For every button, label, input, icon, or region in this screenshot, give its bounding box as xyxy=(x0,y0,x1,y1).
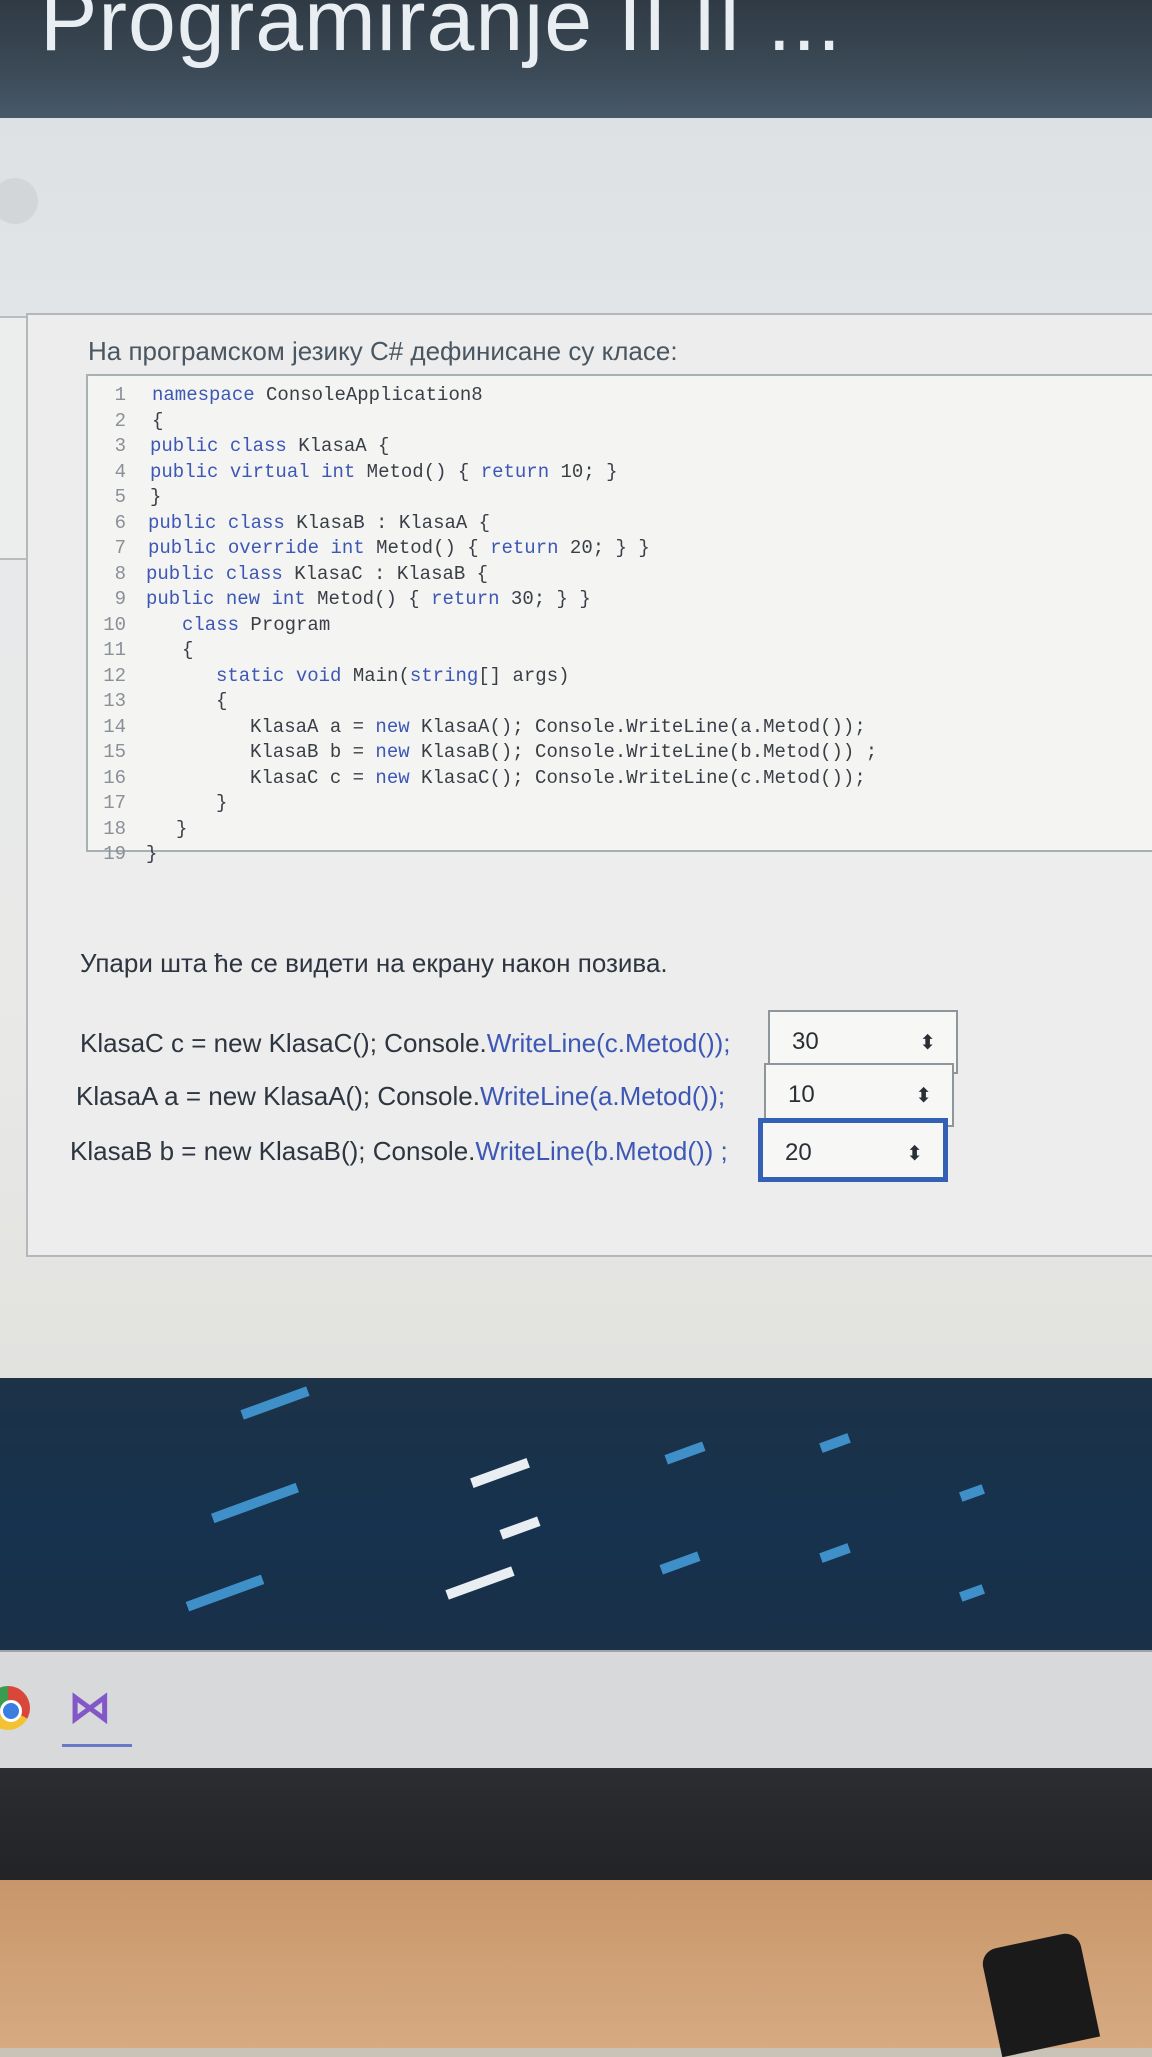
code-line: 13 { xyxy=(88,690,1152,715)
window-title: Programiranje II II ... xyxy=(40,0,843,69)
select-arrows-icon: ⬍ xyxy=(915,1085,932,1107)
code-text: static void Main(string[] args) xyxy=(216,664,570,687)
code-line: 10 class Program xyxy=(88,614,1152,639)
line-number: 14 xyxy=(103,715,126,738)
line-number: 3 xyxy=(114,435,126,457)
code-line: 11 { xyxy=(88,639,1152,664)
code-text: { xyxy=(216,690,228,712)
code-line: 3 public class KlasaA { xyxy=(88,435,1152,460)
selected-value: 20 xyxy=(785,1139,812,1166)
line-number: 2 xyxy=(114,409,126,432)
selected-value: 10 xyxy=(788,1081,815,1108)
match-statement: KlasaB b = new KlasaB(); Console.WriteLi… xyxy=(70,1136,728,1167)
line-number: 1 xyxy=(114,384,126,406)
line-number: 7 xyxy=(114,537,126,559)
code-text: public virtual int Metod() { return 10; … xyxy=(150,460,618,483)
code-text: public class KlasaB : KlasaA { xyxy=(148,511,491,534)
code-text: public override int Metod() { return 20;… xyxy=(148,537,650,559)
match-statement: KlasaA a = new KlasaA(); Console.WriteLi… xyxy=(76,1081,725,1112)
code-text: } xyxy=(146,843,158,865)
line-number: 13 xyxy=(103,690,126,712)
code-text: class Program xyxy=(182,613,331,636)
code-line: 12 static void Main(string[] args) xyxy=(88,665,1152,690)
line-number: 4 xyxy=(114,460,126,483)
chrome-icon[interactable] xyxy=(0,1686,30,1730)
code-line: 8 public class KlasaC : KlasaB { xyxy=(88,563,1152,588)
active-app-indicator xyxy=(62,1744,132,1747)
line-number: 9 xyxy=(114,588,126,610)
code-line: 14 KlasaA a = new KlasaA(); Console.Write… xyxy=(88,716,1152,741)
line-number: 5 xyxy=(114,486,126,508)
code-line: 2{ xyxy=(88,410,1152,435)
line-number: 12 xyxy=(103,664,126,687)
code-text: { xyxy=(152,409,164,432)
line-number: 16 xyxy=(103,766,126,789)
match-statement: KlasaC c = new KlasaC(); Console.WriteLi… xyxy=(80,1028,730,1059)
code-text: { xyxy=(182,639,194,661)
code-line: 15 KlasaB b = new KlasaB(); Console.Write… xyxy=(88,741,1152,766)
code-text: KlasaC c = new KlasaC(); Console.WriteLi… xyxy=(250,766,866,789)
page-content: На програмском језику C# дефинисане су к… xyxy=(0,118,1152,1378)
statement-prefix: KlasaC c = new KlasaC(); Console. xyxy=(80,1028,487,1058)
code-line: 16 KlasaC c = new KlasaC(); Console.Write… xyxy=(88,767,1152,792)
desk-surface xyxy=(0,1880,1152,2048)
code-line: 7 public override int Metod() { return 20… xyxy=(88,537,1152,562)
code-text: public class KlasaA { xyxy=(150,435,390,457)
select-arrows-icon: ⬍ xyxy=(906,1143,923,1165)
code-text: } xyxy=(150,486,162,508)
code-line: 19} xyxy=(88,843,1152,868)
visual-studio-icon[interactable]: ⋈ xyxy=(68,1682,124,1734)
code-text: } xyxy=(176,817,188,840)
code-text: public new int Metod() { return 30; } } xyxy=(146,588,591,610)
code-line: 1 namespace ConsoleApplication8 xyxy=(88,384,1152,409)
desktop-wallpaper xyxy=(0,1378,1152,1678)
status-circle-icon xyxy=(0,178,38,224)
code-line: 18} xyxy=(88,818,1152,843)
code-text: } xyxy=(216,792,228,814)
taskbar: ⋈ xyxy=(0,1650,1152,1770)
statement-method: WriteLine(a.Metod()); xyxy=(479,1081,726,1111)
question-instruction: Упари шта ће се видети на екрану након п… xyxy=(80,948,668,978)
selected-value: 30 xyxy=(792,1028,819,1055)
code-line: 9 public new int Metod() { return 30; } } xyxy=(88,588,1152,613)
statement-prefix: KlasaA a = new KlasaA(); Console. xyxy=(76,1081,480,1111)
line-number: 18 xyxy=(103,817,126,840)
line-number: 10 xyxy=(103,613,126,636)
code-text: KlasaA a = new KlasaA(); Console.WriteLi… xyxy=(250,715,866,738)
line-number: 11 xyxy=(103,639,126,661)
statement-prefix: KlasaB b = new KlasaB(); Console. xyxy=(70,1136,476,1166)
select-arrows-icon: ⬍ xyxy=(919,1032,936,1054)
line-number: 19 xyxy=(103,843,126,865)
statement-method: WriteLine(b.Metod()) ; xyxy=(475,1136,728,1166)
line-number: 15 xyxy=(103,741,126,763)
code-line: 5} xyxy=(88,486,1152,511)
code-text: namespace ConsoleApplication8 xyxy=(152,384,483,406)
line-number: 8 xyxy=(114,562,126,585)
code-block: 1 namespace ConsoleApplication8 2{3 public … xyxy=(86,374,1152,865)
line-number: 17 xyxy=(103,792,126,814)
line-number: 6 xyxy=(114,511,126,534)
browser-header: Programiranje II II ... xyxy=(0,0,1152,118)
code-line: 17} xyxy=(88,792,1152,817)
code-line: 6 public class KlasaB : KlasaA { xyxy=(88,512,1152,537)
answer-select[interactable]: 20 ⬍ xyxy=(758,1118,948,1182)
question-intro: На програмском језику C# дефинисане су к… xyxy=(88,336,678,366)
code-text: public class KlasaC : KlasaB { xyxy=(146,562,489,585)
statement-method: WriteLine(c.Metod()); xyxy=(486,1028,731,1058)
code-line: 4 public virtual int Metod() { return 10;… xyxy=(88,461,1152,486)
code-text: KlasaB b = new KlasaB(); Console.WriteLi… xyxy=(250,741,878,763)
